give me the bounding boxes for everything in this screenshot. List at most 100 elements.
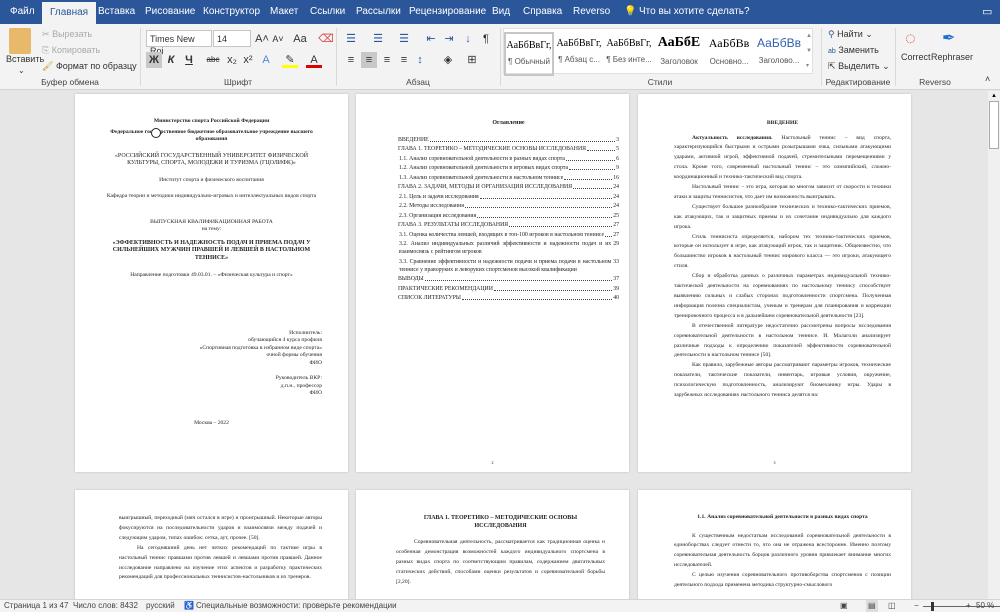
multilevel-list-icon[interactable]: ☰ [396,31,412,47]
print-layout-icon[interactable]: ▤ [866,600,878,612]
bold-button[interactable]: Ж [146,52,162,68]
align-right-icon[interactable]: ≡ [379,52,395,68]
toc-entry-page: 24 [613,203,619,209]
collapse-ribbon-icon[interactable]: ˄ [985,74,990,84]
tab-mailings[interactable]: Рассылки [352,0,405,24]
paste-dropdown-icon[interactable]: ⌄ [18,66,25,75]
zoom-in-button[interactable]: + [966,600,971,612]
align-left-icon[interactable]: ≡ [343,52,359,68]
tab-view[interactable]: Вид [488,0,514,24]
tab-references[interactable]: Ссылки [306,0,349,24]
toc-entry[interactable]: ПРАКТИЧЕСКИЕ РЕКОМЕНДАЦИИ 39 [398,285,619,293]
university-name: «РОССИЙСКИЙ ГОСУДАРСТВЕННЫЙ УНИВЕРСИТЕТ … [114,152,309,167]
style-list-paragraph[interactable]: АаБбВвГг, ¶ Абзац с... [554,32,604,76]
font-color-icon[interactable]: A [306,52,322,68]
zoom-level[interactable]: 50 % [976,600,994,612]
scroll-thumb[interactable] [989,101,999,149]
toc-entry[interactable]: ВВЕДЕНИЕ 3 [398,136,619,144]
decrease-indent-icon[interactable]: ⇤ [423,31,439,47]
tab-home[interactable]: Главная [42,2,97,24]
style-normal[interactable]: АаБбВвГг, ¶ Обычный [504,32,554,76]
tab-insert[interactable]: Вставка [94,0,139,24]
paragraph: С целью изучения соревновательного проти… [674,572,891,589]
style-heading-2[interactable]: АаБбВв Заголово... [754,32,804,76]
strikethrough-button[interactable]: abc [203,52,223,68]
tab-design[interactable]: Конструктор [199,0,264,24]
shrink-font-icon[interactable]: A˅ [270,31,286,47]
increase-indent-icon[interactable]: ⇥ [441,31,457,47]
highlight-color-icon[interactable]: ✎ [282,52,298,68]
zoom-out-button[interactable]: − [914,600,919,612]
read-mode-icon[interactable]: ▣ [840,600,848,612]
comments-icon[interactable]: ▭ [978,0,996,24]
style-no-spacing[interactable]: АаБбВвГг, ¶ Без инте... [604,32,654,76]
superscript-button[interactable]: x² [240,52,256,68]
font-name-select[interactable]: Times New Roi [146,30,212,56]
toc-entry[interactable]: 2.3. Организация исследования 25 [398,212,619,220]
word-count[interactable]: Число слов: 8432 [73,600,138,612]
tab-reverso[interactable]: Reverso [569,0,614,24]
shading-icon[interactable]: ◈ [440,52,456,68]
correct-button[interactable]: Correct [901,52,931,62]
tell-me-search[interactable]: Что вы хотите сделать? [635,0,754,24]
toc-entry[interactable]: 2.1. Цель и задачи исследования 24 [398,193,619,201]
tab-file[interactable]: Файл [6,0,39,24]
toc-entry[interactable]: ВЫВОДЫ 37 [398,275,619,283]
language[interactable]: русский [146,600,175,612]
correct-icon[interactable]: ◌ [905,28,916,49]
toc-entry[interactable]: 1.1. Анализ соревновательной деятельност… [398,155,619,163]
web-layout-icon[interactable]: ◫ [888,600,896,612]
toc-entry[interactable]: ГЛАВА 1. ТЕОРЕТИКО – МЕТОДИЧЕСКИЕ ОСНОВЫ… [398,145,619,153]
tab-layout[interactable]: Макет [266,0,302,24]
find-button[interactable]: ⚲ Найти ⌄ [828,29,873,40]
cursor-circle-icon [151,128,161,138]
page-number: 2 [491,459,494,465]
paste-icon[interactable] [9,28,31,54]
underline-button[interactable]: Ч [181,52,197,68]
page-count[interactable]: Страница 1 из 47 [4,600,68,612]
page-section-1-1: 1.1. Анализ соревновательной деятельност… [638,490,911,602]
justify-icon[interactable]: ≡ [396,52,412,68]
style-body[interactable]: АаБбВв Основно... [704,32,754,76]
cut-button[interactable]: ✂ Вырезать [42,29,92,40]
clear-formatting-icon[interactable]: ⌫ [318,31,334,47]
toc-entry[interactable]: 1.2. Анализ соревновательной деятельност… [398,164,619,172]
style-heading[interactable]: АаБбЕ Заголовок [654,32,704,76]
toc-entry[interactable]: 1.3. Анализ соревновательной деятельност… [398,174,619,182]
format-painter-button[interactable]: 🖌 Формат по образцу [42,61,137,72]
vertical-scrollbar[interactable]: ▲ [988,91,1000,599]
line-spacing-icon[interactable]: ↕ [412,52,428,68]
toc-entry[interactable]: 3.2. Анализ индивидуальных различий эффе… [398,240,619,256]
change-case-button[interactable]: Aa [290,31,310,47]
rephraser-button[interactable]: Rephraser [931,52,973,62]
align-center-icon[interactable]: ≡ [361,52,377,68]
sort-icon[interactable]: ↓ [460,31,476,47]
italic-button[interactable]: К [163,52,179,68]
toc-entry[interactable]: 3.1. Оценка количества левшей, входящих … [398,231,619,239]
select-button[interactable]: ⇱ Выделить ⌄ [828,61,890,72]
tab-draw[interactable]: Рисование [141,0,199,24]
borders-icon[interactable]: ⊞ [464,52,480,68]
tab-help[interactable]: Справка [519,0,566,24]
tab-review[interactable]: Рецензирование [405,0,490,24]
toc-entry[interactable]: СПИСОК ЛИТЕРАТУРЫ 40 [398,294,619,302]
toc-entry[interactable]: ГЛАВА 3. РЕЗУЛЬТАТЫ ИССЛЕДОВАНИЯ 27 [398,221,619,229]
accessibility-status[interactable]: Специальные возможности: проверьте реком… [196,600,397,612]
text-effects-icon[interactable]: A [258,52,274,68]
grow-font-icon[interactable]: A˄ [254,31,270,47]
rephraser-icon[interactable]: ✒ [942,28,955,48]
toc-entry[interactable]: ГЛАВА 2. ЗАДАЧИ, МЕТОДЫ И ОРГАНИЗАЦИЯ ИС… [398,183,619,191]
subscript-button[interactable]: x₂ [224,52,240,68]
show-marks-icon[interactable]: ¶ [478,31,494,47]
scroll-up-icon[interactable]: ▲ [988,91,1000,101]
styles-scroll[interactable]: ▲ ▼ ▾ [806,29,814,74]
paste-button[interactable]: Вставить [6,54,44,64]
zoom-thumb[interactable] [930,602,934,611]
replace-button[interactable]: ab Заменить [828,45,879,55]
numbering-icon[interactable]: ☰ [370,31,386,47]
bullets-icon[interactable]: ☰ [343,31,359,47]
copy-button[interactable]: ⎘ Копировать [42,45,100,56]
toc-entry[interactable]: 2.2. Методы исследования 24 [398,202,619,210]
toc-entry[interactable]: 3.3. Сравнение эффективности и надежност… [398,258,619,274]
font-size-select[interactable]: 14 [213,30,251,47]
